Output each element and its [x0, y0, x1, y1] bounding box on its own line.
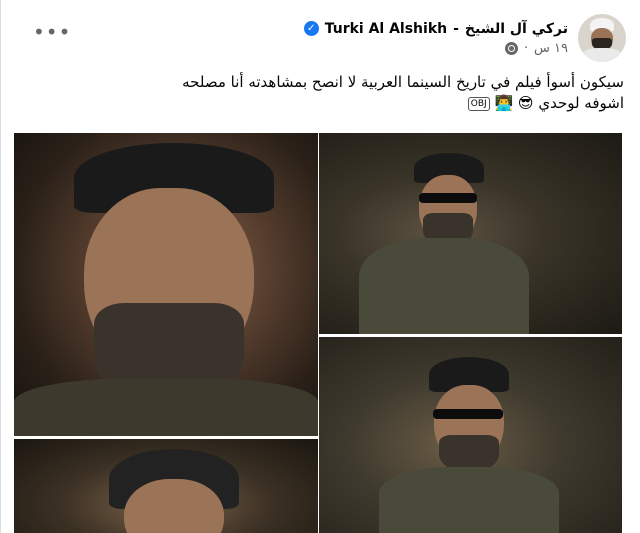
globe-icon[interactable] [504, 41, 518, 55]
photo-4[interactable] [14, 439, 318, 533]
shirt-shape [14, 378, 318, 436]
photo-1[interactable] [14, 133, 318, 436]
post-meta-row: ١٩ س · [504, 40, 568, 56]
post-text-line-2: اشوفه لوحدي 😎 👨‍💻 OBJ [24, 93, 624, 114]
shirt-shape [359, 238, 529, 334]
sunglasses-shape [433, 409, 503, 419]
sunglasses-emoji: 😎 [517, 94, 534, 112]
object-replacement-glyph: OBJ [467, 96, 490, 111]
post-text-line-2-words: اشوفه لوحدي [538, 94, 624, 112]
author-name-row[interactable]: تركي آل الشيخ - Turki Al Alshikh ✓ [303, 20, 568, 37]
author-meta: تركي آل الشيخ - Turki Al Alshikh ✓ ١٩ س … [303, 20, 568, 56]
avatar[interactable] [578, 14, 626, 62]
post-card: ••• تركي آل الشيخ - Turki Al Alshikh ✓ ١… [0, 0, 640, 533]
photo-3[interactable] [319, 337, 622, 533]
post-time[interactable]: ١٩ س [534, 41, 568, 56]
name-separator: - [453, 20, 459, 37]
sunglasses-shape [419, 193, 477, 203]
author-name-arabic[interactable]: تركي آل الشيخ [465, 21, 568, 37]
post-header: تركي آل الشيخ - Turki Al Alshikh ✓ ١٩ س … [303, 12, 626, 64]
photo-2[interactable] [319, 133, 622, 334]
photo-grid [14, 133, 640, 533]
technologist-emoji: 👨‍💻 [494, 94, 514, 112]
post-text-line-1: سيكون أسوأ فيلم في تاريخ السينما العربية… [182, 73, 624, 91]
meta-dot: · [523, 40, 529, 56]
shirt-shape [379, 467, 559, 533]
post-text: سيكون أسوأ فيلم في تاريخ السينما العربية… [24, 72, 624, 114]
verified-badge-icon: ✓ [303, 21, 319, 36]
author-name-english[interactable]: Turki Al Alshikh [325, 21, 447, 37]
more-options-icon[interactable]: ••• [33, 20, 71, 44]
